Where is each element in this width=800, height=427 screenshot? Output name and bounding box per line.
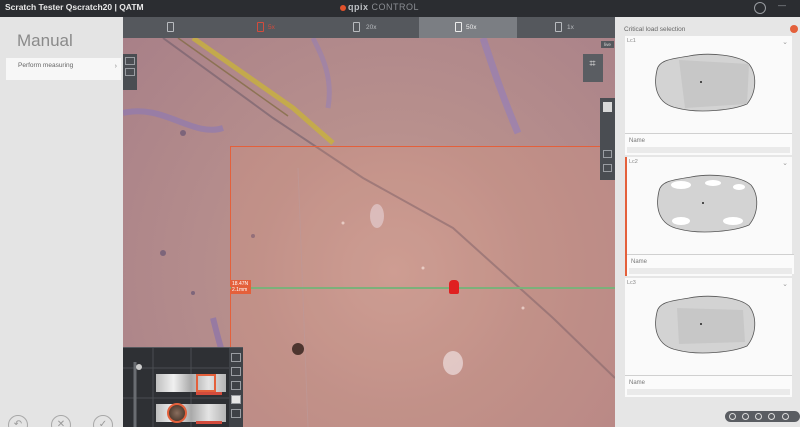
name-field[interactable] — [627, 389, 790, 395]
brand-dot-icon — [340, 4, 346, 11]
bottom-toolbar — [725, 411, 800, 422]
card-label: Lc3 — [627, 280, 636, 286]
overview-tool-icon[interactable] — [231, 381, 241, 390]
live-tag: live — [601, 41, 614, 48]
check-icon[interactable]: ✓ — [93, 415, 113, 427]
chevron-down-icon[interactable]: ⌄ — [782, 280, 788, 288]
name-label: Name — [631, 259, 648, 265]
tab-label: 20x — [366, 24, 377, 31]
critical-load-card[interactable]: Lc3 ⌄ Name — [625, 278, 792, 397]
card-label: Lc1 — [627, 38, 636, 44]
chevron-down-icon[interactable]: ⌄ — [782, 159, 788, 167]
brand-logo: qpix CONTROL — [340, 2, 419, 12]
overview-tool-icon[interactable] — [231, 353, 241, 362]
name-field[interactable] — [629, 268, 792, 274]
help-icon[interactable] — [742, 413, 749, 420]
close-icon[interactable]: ✕ — [51, 415, 71, 427]
viewer-left-tools — [123, 54, 137, 90]
crack-shape-diagram — [655, 295, 756, 354]
lens-icon — [353, 22, 360, 32]
title-bar: Scratch Tester Qscratch20 | QATM qpix CO… — [0, 0, 800, 17]
camera-icon[interactable] — [603, 150, 612, 158]
menu-item-label: Perform measuring — [18, 62, 74, 69]
link-icon[interactable] — [768, 413, 775, 420]
objective-lens-icon — [167, 403, 187, 423]
document-icon[interactable] — [755, 413, 762, 420]
tab-5x[interactable]: 5x — [221, 17, 319, 38]
overview-active-tool-icon[interactable] — [231, 395, 241, 404]
overview-highlight — [196, 374, 216, 392]
name-row: Name — [627, 254, 794, 274]
chevron-down-icon[interactable]: ⌄ — [782, 38, 788, 46]
settings-icon[interactable] — [782, 413, 789, 420]
critical-load-card-active[interactable]: Lc2 ⌄ Name — [625, 157, 794, 276]
overview-panel — [123, 347, 243, 427]
lens-icon — [455, 22, 462, 32]
zoom-slider[interactable] — [603, 102, 612, 112]
lens-icon — [257, 22, 264, 32]
mode-heading: Manual — [17, 31, 73, 50]
crack-shape-diagram — [657, 174, 758, 233]
crop-icon[interactable]: ⌗ — [586, 58, 599, 71]
perform-measuring-item[interactable]: Perform measuring › — [6, 58, 121, 80]
settings-icon[interactable] — [603, 164, 612, 172]
viewer-right-tools: ⌗ — [583, 54, 603, 82]
overview-tool-icon[interactable] — [231, 409, 241, 418]
camera-icon — [167, 22, 174, 32]
critical-load-card[interactable]: Lc1 ⌄ Name — [625, 36, 792, 155]
magnification-bar: 5x 20x 50x 1x — [123, 17, 615, 38]
tab-label: 5x — [268, 24, 275, 31]
name-row: Name — [625, 133, 792, 153]
tab-1x[interactable]: 1x — [517, 17, 615, 38]
layers-icon[interactable] — [125, 68, 135, 76]
tab-label: 1x — [567, 24, 574, 31]
tab-50x[interactable]: 50x — [419, 17, 517, 38]
scratch-position-line[interactable] — [230, 287, 615, 289]
zoom-strip — [600, 98, 615, 180]
user-icon[interactable] — [754, 2, 766, 14]
name-row: Name — [625, 375, 792, 395]
measurement-label: 18.47N 2.1mm — [231, 280, 251, 294]
brand-text: CONTROL — [371, 2, 420, 12]
close-dot-icon[interactable] — [790, 25, 798, 33]
minimize-button[interactable]: — — [778, 1, 786, 10]
position-marker-icon[interactable] — [449, 280, 459, 294]
brand-mark: qpix — [348, 2, 369, 12]
right-panel: Critical load selection Lc1 ⌄ Name Lc2 ⌄… — [615, 17, 800, 427]
microscope-view[interactable]: 18.47N 2.1mm live ⌗ — [123, 38, 615, 427]
tab-camera[interactable] — [123, 17, 221, 38]
overview-tools — [229, 348, 243, 427]
overview-red-mark — [196, 392, 222, 395]
name-field[interactable] — [627, 147, 790, 153]
lens-icon — [555, 22, 562, 32]
crack-shape-diagram — [655, 53, 756, 112]
name-label: Name — [629, 138, 646, 144]
tab-20x[interactable]: 20x — [319, 17, 417, 38]
card-label: Lc2 — [629, 159, 638, 165]
name-label: Name — [629, 380, 646, 386]
overview-red-mark — [196, 421, 222, 424]
undo-icon[interactable]: ↶ — [8, 415, 28, 427]
app-title: Scratch Tester Qscratch20 | QATM — [5, 2, 144, 12]
measurement-distance: 2.1mm — [232, 287, 248, 293]
chevron-right-icon: › — [114, 63, 117, 70]
overview-tool-icon[interactable] — [231, 367, 241, 376]
tab-label: 50x — [466, 24, 477, 31]
grid-icon[interactable] — [125, 57, 135, 65]
panel-title: Critical load selection — [624, 26, 686, 33]
info-icon[interactable] — [729, 413, 736, 420]
left-panel: Manual Perform measuring › ↶ ✕ ✓ — [0, 17, 123, 427]
